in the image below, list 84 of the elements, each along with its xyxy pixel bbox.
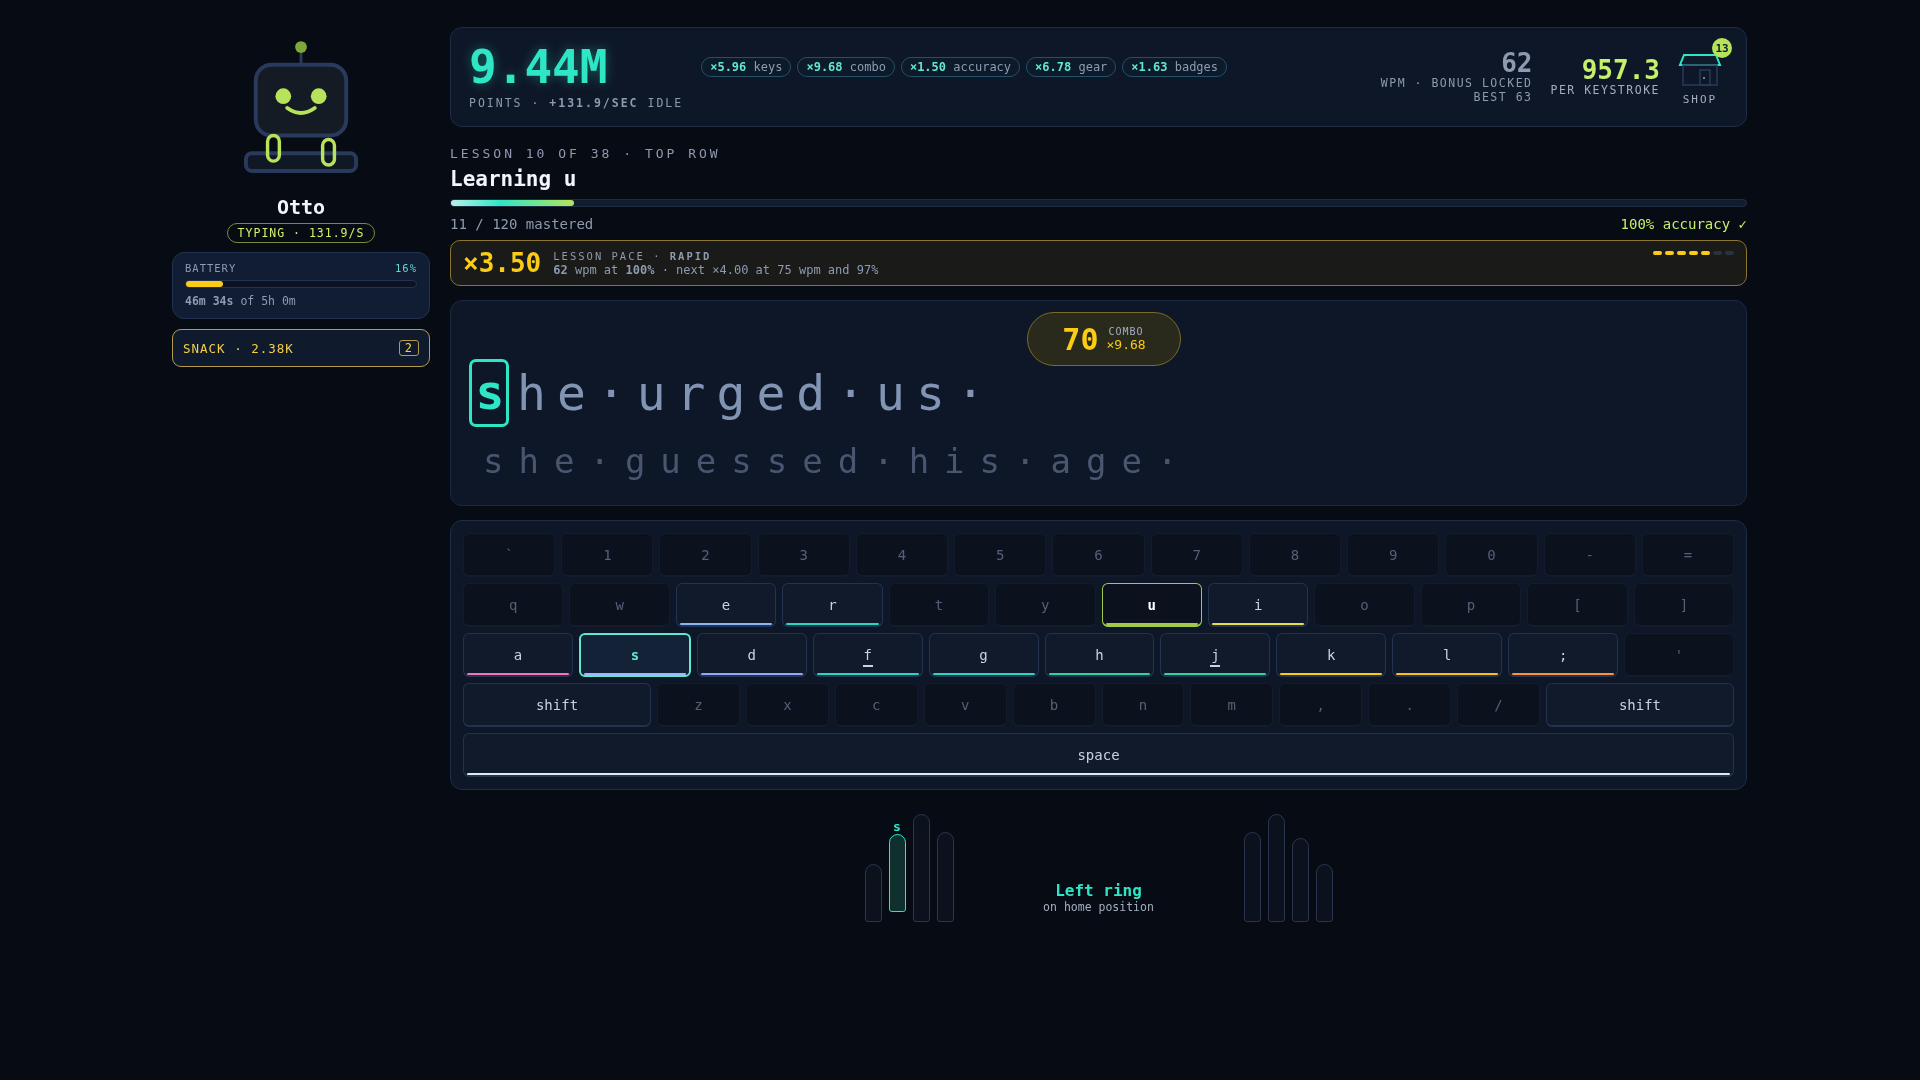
keyboard-key[interactable]: ]	[1633, 583, 1735, 627]
mastered-count: 11 / 120 mastered	[450, 216, 594, 232]
keyboard-key[interactable]: 2	[659, 533, 752, 577]
keyboard-key[interactable]: /	[1457, 683, 1540, 727]
keyboard-key[interactable]: k	[1276, 633, 1387, 677]
multiplier-chip: ×6.78 gear	[1026, 57, 1117, 77]
pace-detail: 62 wpm at 100% · next ×4.00 at 75 wpm and 97%	[553, 262, 879, 277]
keyboard-key[interactable]: x	[745, 683, 829, 727]
keyboard-key[interactable]: 7	[1150, 533, 1243, 577]
current-letter: s	[469, 359, 509, 427]
keyboard-key[interactable]: 8	[1248, 533, 1342, 577]
battery-percent: 16%	[395, 262, 417, 274]
keyboard-key[interactable]: e	[675, 583, 777, 627]
per-keystroke-value: 957.3	[1580, 57, 1660, 83]
battery-time: 46m 34s of 5h 0m	[185, 294, 297, 308]
per-keystroke-caption: PER KEYSTROKE	[1550, 83, 1660, 97]
keyboard-key[interactable]: ;	[1508, 633, 1619, 677]
notification-badge: 13	[1712, 38, 1732, 58]
keyboard-key[interactable]: o	[1314, 583, 1415, 627]
keyboard-key[interactable]: i	[1207, 583, 1309, 627]
keyboard-key[interactable]: [	[1527, 583, 1628, 627]
keyboard-key[interactable]: 4	[855, 533, 949, 577]
snack-count: 2	[398, 340, 419, 356]
keyboard-key[interactable]: c	[834, 683, 918, 727]
finger-key-label: s	[893, 819, 901, 834]
keyboard-key[interactable]: h	[1044, 633, 1155, 677]
finger-name: Left ring	[1054, 881, 1143, 900]
keyboard-key[interactable]: v	[923, 683, 1007, 727]
accuracy-label: 100% accuracy ✓	[1620, 216, 1747, 232]
keyboard-key[interactable]: .	[1368, 683, 1452, 727]
combo-count: 70	[1062, 321, 1099, 357]
battery-label: BATTERY	[185, 262, 237, 274]
multiplier-chip: ×5.96 keys	[701, 57, 792, 77]
pace-title: LESSON PACE · RAPID	[553, 249, 713, 262]
keyboard-key[interactable]: p	[1420, 583, 1522, 627]
pace-multiplier: ×3.50	[463, 248, 542, 278]
keyboard-key[interactable]: '	[1624, 633, 1734, 677]
combo-label: COMBO	[1108, 326, 1144, 337]
keyboard-key[interactable]: 3	[757, 533, 850, 577]
keyboard-key[interactable]: ,	[1279, 683, 1363, 727]
text-to-type: he·urged·us·	[517, 365, 996, 421]
keyboard-key[interactable]: q	[463, 583, 564, 627]
keyboard-key[interactable]: 1	[561, 533, 654, 577]
next-line-text: she·guessed·his·age·	[482, 441, 1194, 481]
multiplier-chip: ×9.68 combo	[797, 57, 895, 77]
keyboard-key[interactable]: r	[782, 583, 883, 627]
keyboard-key[interactable]: 9	[1347, 533, 1440, 577]
keyboard-key[interactable]: 6	[1052, 533, 1145, 577]
keyboard-key[interactable]: space	[463, 733, 1734, 777]
lesson-title: Learning u	[450, 167, 578, 191]
keyboard-key[interactable]: s	[578, 633, 691, 677]
combo-multiplier: ×9.68	[1106, 337, 1146, 352]
finger-position: on home position	[1042, 900, 1155, 914]
keyboard-key[interactable]: shift	[463, 683, 652, 727]
lesson-label: LESSON 10 OF 38 · TOP ROW	[450, 146, 722, 161]
keyboard-key[interactable]: u	[1101, 583, 1202, 627]
keyboard-key[interactable]: n	[1101, 683, 1185, 727]
keyboard-key[interactable]: y	[995, 583, 1096, 627]
keyboard-key[interactable]: b	[1012, 683, 1096, 727]
keyboard-key[interactable]: g	[928, 633, 1039, 677]
keyboard-key[interactable]: j	[1160, 633, 1271, 677]
keyboard-key[interactable]: w	[569, 583, 670, 627]
multiplier-chip: ×1.50 accuracy	[900, 57, 1021, 77]
multiplier-chip: ×1.63 badges	[1122, 57, 1228, 77]
keyboard-key[interactable]: 5	[954, 533, 1047, 577]
keyboard-key[interactable]: d	[696, 633, 807, 677]
keyboard-key[interactable]: m	[1190, 683, 1274, 727]
keyboard-key[interactable]: `	[463, 533, 556, 577]
keyboard-key[interactable]: =	[1641, 533, 1735, 577]
keyboard-key[interactable]: z	[657, 683, 740, 727]
wpm-value: 62	[1500, 50, 1533, 76]
keyboard-key[interactable]: f	[812, 633, 923, 677]
keyboard-key[interactable]: a	[463, 633, 573, 677]
wpm-best: BEST 63	[1472, 90, 1533, 104]
keyboard-key[interactable]: -	[1543, 533, 1636, 577]
points-value: 9.44M	[469, 44, 609, 90]
keyboard-key[interactable]: 0	[1445, 533, 1538, 577]
robot-name: Otto	[276, 195, 326, 219]
keyboard-key[interactable]: t	[888, 583, 990, 627]
points-caption: POINTS · +131.9/SEC IDLE	[469, 96, 684, 110]
wpm-caption: WPM · BONUS LOCKED	[1380, 76, 1533, 90]
keyboard-key[interactable]: shift	[1545, 683, 1734, 727]
snack-button[interactable]: SNACK · 2.38K 2	[172, 329, 430, 367]
keyboard-key[interactable]: l	[1392, 633, 1503, 677]
